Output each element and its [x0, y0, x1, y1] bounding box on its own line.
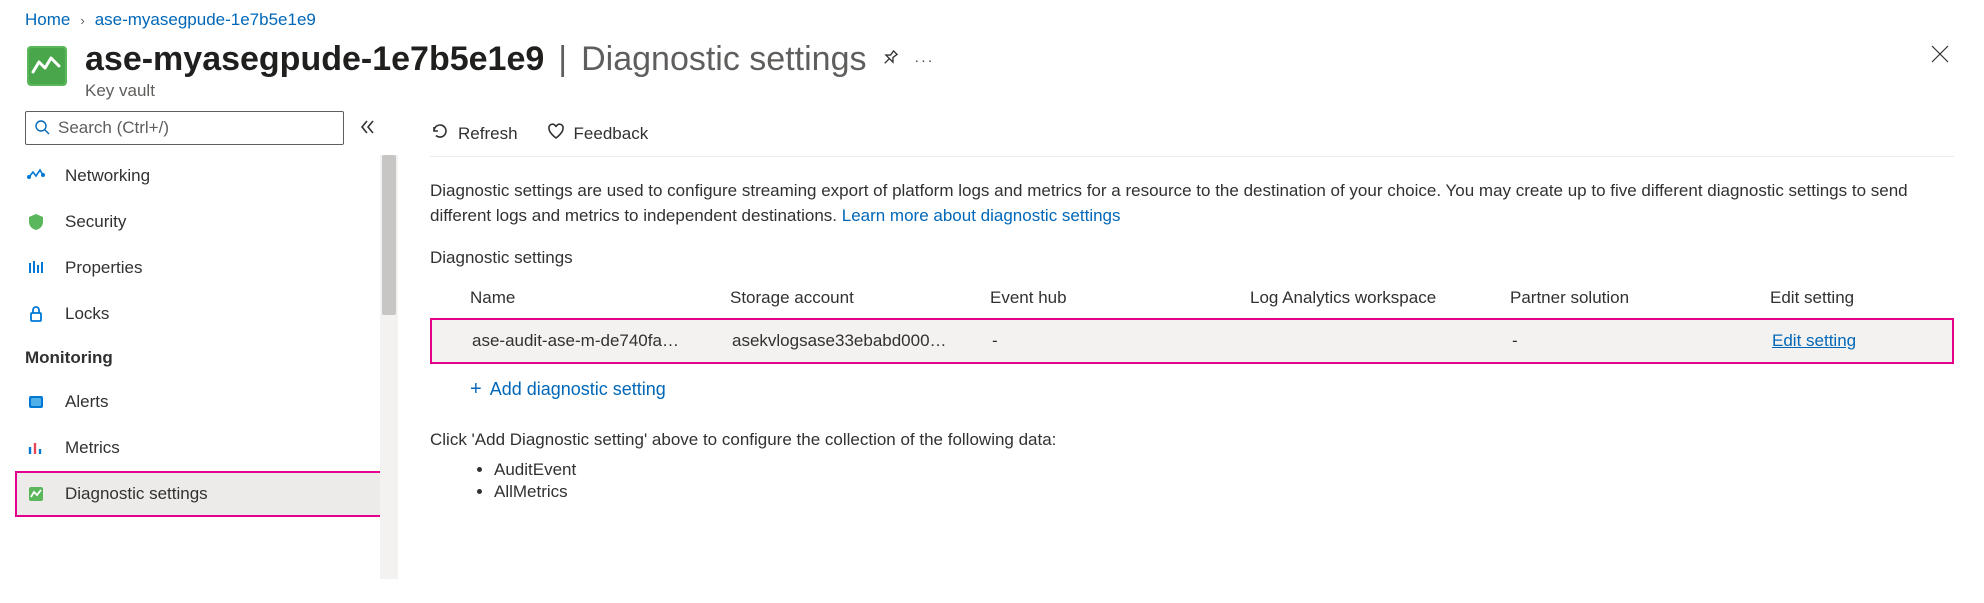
resource-title: ase-myasegpude-1e7b5e1e9 [85, 40, 544, 79]
close-button[interactable] [1930, 44, 1950, 68]
search-icon [34, 119, 50, 138]
sidebar-item-label: Security [65, 212, 126, 232]
sidebar-item-locks[interactable]: Locks [25, 291, 398, 337]
shield-icon [25, 211, 47, 233]
cell-partner: - [1512, 331, 1772, 351]
data-types-list: AuditEvent AllMetrics [494, 460, 1954, 502]
metrics-icon [25, 437, 47, 459]
settings-table: Name Storage account Event hub Log Analy… [430, 278, 1954, 414]
collapse-sidebar-icon[interactable] [358, 118, 376, 139]
breadcrumb-current[interactable]: ase-myasegpude-1e7b5e1e9 [95, 10, 316, 30]
chevron-right-icon: › [80, 13, 84, 28]
properties-icon [25, 257, 47, 279]
breadcrumb: Home › ase-myasegpude-1e7b5e1e9 [0, 0, 1984, 38]
sidebar-item-alerts[interactable]: Alerts [25, 379, 398, 425]
feedback-button[interactable]: Feedback [546, 121, 649, 146]
table-row[interactable]: ase-audit-ase-m-de740fa… asekvlogsase33e… [430, 318, 1954, 364]
description-text: Diagnostic settings are used to configur… [430, 179, 1954, 228]
networking-icon [25, 165, 47, 187]
pin-icon[interactable] [880, 48, 900, 71]
sidebar-item-metrics[interactable]: Metrics [25, 425, 398, 471]
refresh-button[interactable]: Refresh [430, 121, 518, 146]
add-diagnostic-setting[interactable]: + Add diagnostic setting [430, 364, 1954, 414]
refresh-icon [430, 121, 450, 146]
keyvault-resource-icon [25, 44, 69, 88]
sidebar-item-label: Networking [65, 166, 150, 186]
toolbar: Refresh Feedback [430, 111, 1954, 157]
edit-setting-link[interactable]: Edit setting [1772, 331, 1856, 350]
sidebar-search-input[interactable] [58, 118, 335, 138]
refresh-label: Refresh [458, 124, 518, 144]
alerts-icon [25, 391, 47, 413]
learn-more-link[interactable]: Learn more about diagnostic settings [842, 206, 1121, 225]
data-type-item: AllMetrics [494, 482, 1954, 502]
diagnostic-icon [25, 483, 47, 505]
section-label: Diagnostic settings [430, 248, 1954, 268]
sidebar-item-label: Alerts [65, 392, 108, 412]
sidebar-item-properties[interactable]: Properties [25, 245, 398, 291]
col-law: Log Analytics workspace [1250, 288, 1510, 308]
title-separator: | [558, 40, 567, 79]
col-storage: Storage account [730, 288, 990, 308]
col-partner: Partner solution [1510, 288, 1770, 308]
heart-icon [546, 121, 566, 146]
feedback-label: Feedback [574, 124, 649, 144]
cell-eventhub: - [992, 331, 1252, 351]
sidebar-item-label: Locks [65, 304, 109, 324]
cell-name: ase-audit-ase-m-de740fa… [472, 331, 732, 351]
col-name: Name [470, 288, 730, 308]
col-eventhub: Event hub [990, 288, 1250, 308]
sidebar-search[interactable] [25, 111, 344, 145]
sidebar-item-networking[interactable]: Networking [25, 153, 398, 199]
page-title: Diagnostic settings [581, 40, 866, 79]
hint-text: Click 'Add Diagnostic setting' above to … [430, 430, 1954, 450]
data-type-item: AuditEvent [494, 460, 1954, 480]
plus-icon: + [470, 378, 482, 401]
main-content: Refresh Feedback Diagnostic settings are… [398, 111, 1984, 579]
scrollbar-thumb[interactable] [382, 155, 396, 315]
lock-icon [25, 303, 47, 325]
sidebar-item-label: Diagnostic settings [65, 484, 208, 504]
more-icon[interactable]: ··· [914, 52, 934, 68]
sidebar-item-security[interactable]: Security [25, 199, 398, 245]
sidebar: Networking Security Properties Locks Mon… [0, 111, 398, 579]
sidebar-item-label: Properties [65, 258, 142, 278]
add-label: Add diagnostic setting [490, 379, 666, 400]
page-header: ase-myasegpude-1e7b5e1e9 | Diagnostic se… [0, 38, 1984, 111]
sidebar-item-label: Metrics [65, 438, 120, 458]
breadcrumb-home[interactable]: Home [25, 10, 70, 30]
cell-storage: asekvlogsase33ebabd000… [732, 331, 992, 351]
table-header-row: Name Storage account Event hub Log Analy… [430, 278, 1954, 318]
col-edit: Edit setting [1770, 288, 1950, 308]
resource-type-label: Key vault [85, 81, 1959, 101]
sidebar-scrollbar[interactable] [380, 155, 398, 579]
sidebar-section-monitoring: Monitoring [25, 337, 398, 379]
sidebar-item-diagnostic-settings[interactable]: Diagnostic settings [15, 471, 398, 517]
